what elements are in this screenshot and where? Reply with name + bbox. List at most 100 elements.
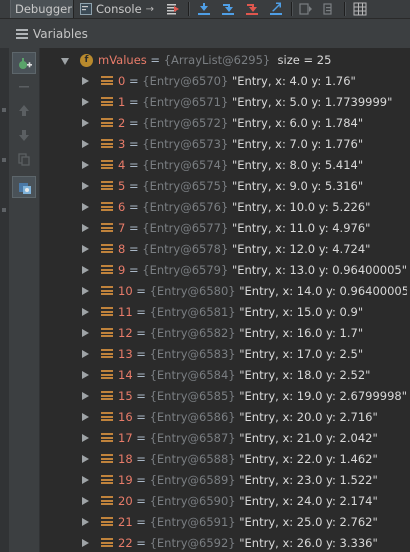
list-item[interactable]: 15 = {Entry@6585} "Entry, x: 19.0 y: 2.6… [40,386,410,407]
move-watch-up-button[interactable] [12,100,36,122]
expand-icon[interactable] [82,287,89,295]
collapse-icon[interactable] [61,58,69,65]
list-item[interactable]: 8 = {Entry@6578} "Entry, x: 12.0 y: 4.72… [40,239,410,260]
entry-reference: {Entry@6590} [149,494,236,508]
expand-icon[interactable] [82,434,89,442]
entry-text: 11 = {Entry@6581} "Entry, x: 15.0 y: 0.9… [118,302,363,323]
tab-console[interactable]: Console → [76,0,162,18]
entry-value: "Entry, x: 17.0 y: 2.5" [239,347,364,361]
move-watch-down-button[interactable] [12,124,36,146]
list-item[interactable]: 3 = {Entry@6573} "Entry, x: 7.0 y: 1.776… [40,134,410,155]
entry-reference: {Entry@6587} [149,431,236,445]
drop-frame-icon[interactable] [297,2,313,16]
list-item[interactable]: 1 = {Entry@6571} "Entry, x: 5.0 y: 1.773… [40,92,410,113]
entry-reference: {Entry@6591} [149,515,236,529]
entry-index: 14 [118,368,133,382]
list-item[interactable]: 17 = {Entry@6587} "Entry, x: 21.0 y: 2.0… [40,428,410,449]
expand-icon[interactable] [82,497,89,505]
copy-watch-button[interactable] [12,148,36,170]
expand-icon[interactable] [82,98,89,106]
list-item[interactable]: 10 = {Entry@6580} "Entry, x: 14.0 y: 0.9… [40,281,410,302]
expand-icon[interactable] [82,245,89,253]
array-element-icon [101,160,113,171]
show-execution-point-icon[interactable] [165,2,181,16]
new-watch-button[interactable] [12,52,36,74]
entry-reference: {Entry@6575} [142,179,229,193]
entry-value: "Entry, x: 10.0 y: 5.226" [231,200,371,214]
expand-icon[interactable] [82,413,89,421]
list-item[interactable]: 20 = {Entry@6590} "Entry, x: 24.0 y: 2.1… [40,491,410,512]
array-element-icon [101,454,113,465]
entry-value: "Entry, x: 20.0 y: 2.716" [239,410,378,424]
list-item[interactable]: 6 = {Entry@6576} "Entry, x: 10.0 y: 5.22… [40,197,410,218]
expand-icon[interactable] [82,266,89,274]
entry-value: "Entry, x: 6.0 y: 1.784" [231,116,364,130]
list-item[interactable]: 19 = {Entry@6589} "Entry, x: 23.0 y: 1.5… [40,470,410,491]
entry-reference: {Entry@6570} [142,74,229,88]
list-item[interactable]: 16 = {Entry@6586} "Entry, x: 20.0 y: 2.7… [40,407,410,428]
entry-value: "Entry, x: 26.0 y: 3.336" [239,536,378,550]
entry-value: "Entry, x: 19.0 y: 2.6799998" [239,389,408,403]
entry-value: "Entry, x: 22.0 y: 1.462" [239,452,378,466]
entry-text: 12 = {Entry@6582} "Entry, x: 16.0 y: 1.7… [118,323,363,344]
watches-icon [19,183,31,194]
list-item[interactable]: 18 = {Entry@6588} "Entry, x: 22.0 y: 1.4… [40,449,410,470]
entry-value: "Entry, x: 4.0 y: 1.76" [231,74,356,88]
entry-value: "Entry, x: 21.0 y: 2.042" [239,431,378,445]
array-element-icon [101,97,113,108]
expand-icon[interactable] [82,350,89,358]
toolbar-separator [344,2,346,16]
list-item[interactable]: 9 = {Entry@6579} "Entry, x: 13.0 y: 0.96… [40,260,410,281]
list-item[interactable]: 7 = {Entry@6577} "Entry, x: 11.0 y: 4.97… [40,218,410,239]
variables-panel-header: Variables [0,19,410,49]
step-over-icon[interactable] [196,2,212,16]
expand-icon[interactable] [82,539,89,547]
list-item[interactable]: 0 = {Entry@6570} "Entry, x: 4.0 y: 1.76" [40,71,410,92]
expand-icon[interactable] [82,392,89,400]
list-item[interactable]: 2 = {Entry@6572} "Entry, x: 6.0 y: 1.784… [40,113,410,134]
expand-icon[interactable] [82,203,89,211]
list-item[interactable]: 13 = {Entry@6583} "Entry, x: 17.0 y: 2.5… [40,344,410,365]
expand-icon[interactable] [82,140,89,148]
expand-icon[interactable] [82,77,89,85]
entry-value: "Entry, x: 11.0 y: 4.976" [231,221,371,235]
equals-sign: = [132,494,150,508]
tree-row-mvalues[interactable]: f mValues = {ArrayList@6295} size = 25 [40,50,410,71]
watches-toggle-button[interactable] [12,176,36,198]
minus-icon [19,86,29,88]
list-item[interactable]: 14 = {Entry@6584} "Entry, x: 18.0 y: 2.5… [40,365,410,386]
expand-icon[interactable] [82,182,89,190]
list-item[interactable]: 12 = {Entry@6582} "Entry, x: 16.0 y: 1.7… [40,323,410,344]
tab-debugger[interactable]: Debugger [10,0,74,18]
equals-sign: = [125,137,143,151]
list-item[interactable]: 4 = {Entry@6574} "Entry, x: 8.0 y: 5.414… [40,155,410,176]
entry-reference: {Entry@6582} [149,326,236,340]
entry-reference: {Entry@6583} [149,347,236,361]
force-step-into-icon[interactable] [244,2,260,16]
expand-icon[interactable] [82,308,89,316]
list-item[interactable]: 5 = {Entry@6575} "Entry, x: 9.0 y: 5.316… [40,176,410,197]
pin-tab-icon[interactable]: → [146,4,154,15]
entry-text: 9 = {Entry@6579} "Entry, x: 13.0 y: 0.96… [118,260,407,281]
expand-icon[interactable] [82,455,89,463]
step-into-icon[interactable] [220,2,236,16]
expand-icon[interactable] [82,371,89,379]
equals-sign: = [132,410,150,424]
list-item[interactable]: 22 = {Entry@6592} "Entry, x: 26.0 y: 3.3… [40,533,410,552]
list-item[interactable]: 11 = {Entry@6581} "Entry, x: 15.0 y: 0.9… [40,302,410,323]
evaluate-expression-icon[interactable] [352,2,368,16]
expand-icon[interactable] [82,476,89,484]
step-out-icon[interactable] [268,2,284,16]
entry-reference: {Entry@6576} [142,200,229,214]
remove-watch-button[interactable] [12,76,36,98]
expand-icon[interactable] [82,224,89,232]
list-item[interactable]: 21 = {Entry@6591} "Entry, x: 25.0 y: 2.7… [40,512,410,533]
expand-icon[interactable] [82,161,89,169]
expand-icon[interactable] [82,329,89,337]
expand-icon[interactable] [82,518,89,526]
entry-text: 10 = {Entry@6580} "Entry, x: 14.0 y: 0.9… [118,281,410,302]
expand-icon[interactable] [82,119,89,127]
run-to-cursor-icon[interactable] [321,2,337,16]
entry-text: 21 = {Entry@6591} "Entry, x: 25.0 y: 2.7… [118,512,378,533]
entry-value: "Entry, x: 14.0 y: 0.96400005" [239,284,410,298]
